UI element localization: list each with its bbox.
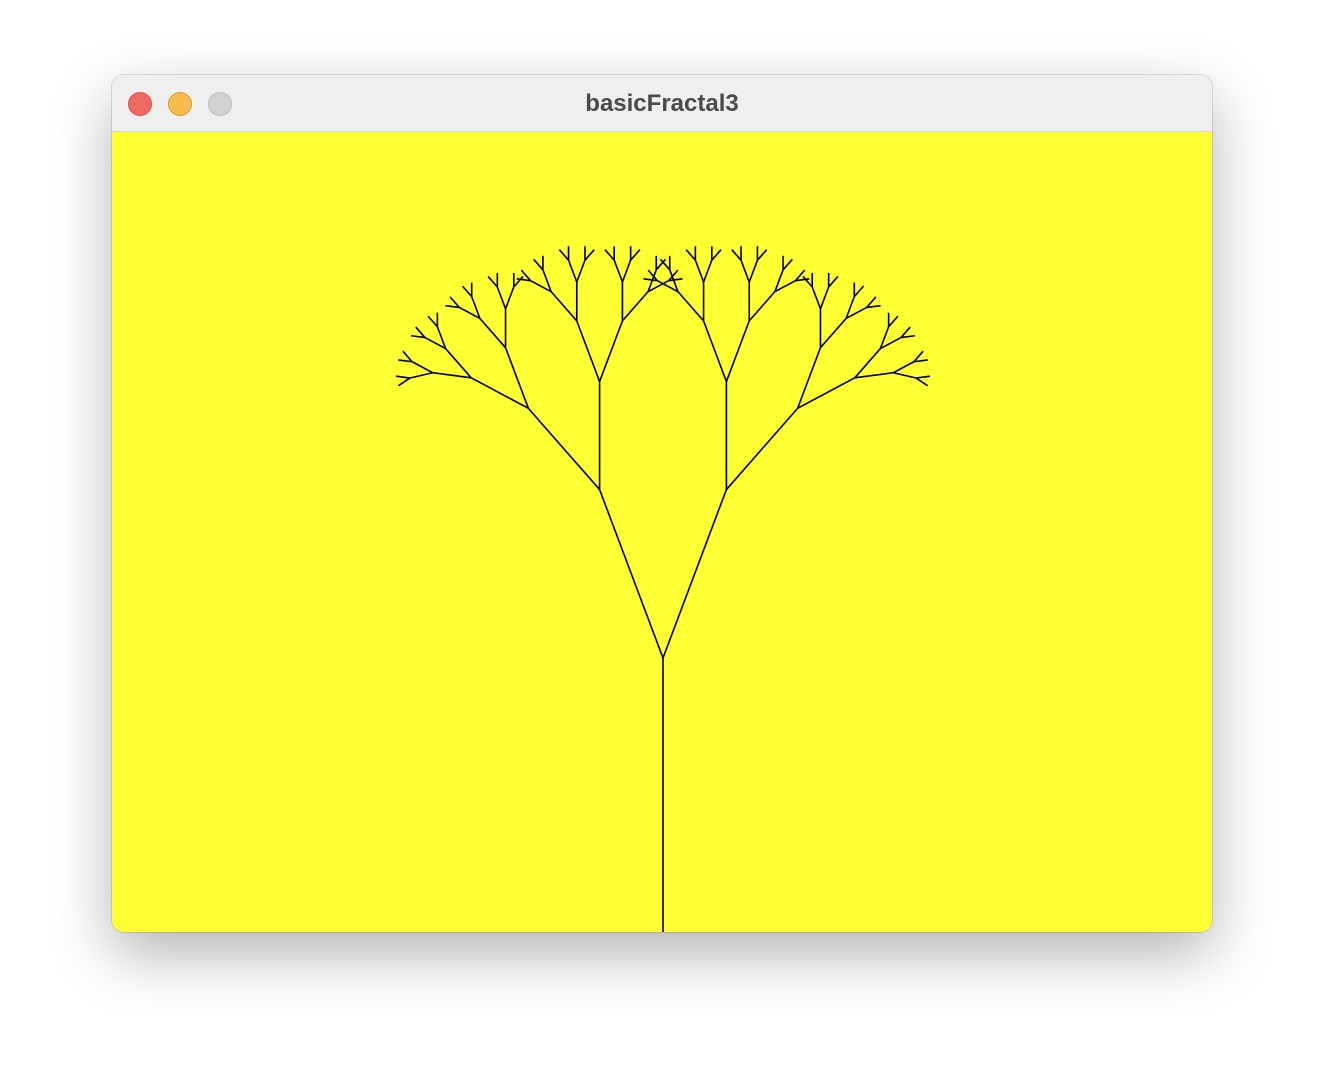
branch-segment bbox=[828, 275, 839, 288]
branch-segment bbox=[819, 317, 847, 349]
branch-segment bbox=[915, 377, 929, 387]
title-bar[interactable]: basicFractal3 bbox=[112, 75, 1212, 132]
branch-segment bbox=[427, 315, 438, 328]
branch-segment bbox=[533, 258, 544, 271]
branch-segment bbox=[558, 249, 570, 261]
branch-segment bbox=[685, 249, 696, 261]
branch-segment bbox=[630, 249, 641, 261]
branch-segment bbox=[748, 259, 759, 283]
branch-segment bbox=[613, 259, 624, 283]
branch-segment bbox=[621, 259, 632, 283]
branch-segment bbox=[892, 361, 915, 374]
app-window: basicFractal3 bbox=[112, 75, 1212, 932]
branch-segment bbox=[740, 259, 750, 283]
fractal-canvas bbox=[112, 132, 1212, 932]
window-title: basicFractal3 bbox=[585, 90, 739, 117]
branch-segment bbox=[893, 371, 917, 379]
branch-segment bbox=[496, 286, 507, 310]
branch-segment bbox=[853, 285, 865, 298]
branch-segment bbox=[504, 347, 530, 409]
branch-segment bbox=[444, 348, 472, 379]
branch-segment bbox=[461, 285, 473, 298]
branch-segment bbox=[567, 259, 578, 283]
branch-segment bbox=[915, 375, 931, 379]
fractal-tree-drawing bbox=[395, 246, 931, 932]
branch-segment bbox=[702, 259, 713, 283]
branch-segment bbox=[819, 286, 830, 310]
branch-segment bbox=[470, 377, 529, 410]
branch-segment bbox=[621, 291, 649, 322]
branch-segment bbox=[711, 249, 722, 261]
branch-segment bbox=[725, 320, 750, 382]
branch-segment bbox=[797, 377, 856, 410]
branch-segment bbox=[748, 291, 776, 322]
branch-segment bbox=[409, 371, 433, 379]
branch-segment bbox=[513, 275, 524, 288]
branch-segment bbox=[432, 371, 472, 379]
branch-segment bbox=[782, 258, 793, 271]
branch-segment bbox=[504, 286, 515, 310]
branch-segment bbox=[576, 320, 601, 382]
branch-segment bbox=[550, 291, 578, 322]
branch-segment bbox=[479, 317, 507, 349]
branch-segment bbox=[604, 249, 615, 261]
branch-segment bbox=[584, 249, 595, 261]
branch-segment bbox=[725, 407, 799, 491]
branch-segment bbox=[397, 377, 411, 387]
branch-segment bbox=[395, 375, 411, 379]
branch-segment bbox=[694, 259, 705, 283]
branch-segment bbox=[598, 320, 624, 382]
branch-segment bbox=[662, 489, 728, 659]
branch-segment bbox=[487, 275, 498, 288]
branch-segment bbox=[598, 489, 664, 659]
branch-segment bbox=[802, 275, 813, 288]
branch-segment bbox=[731, 249, 742, 261]
branch-segment bbox=[854, 348, 882, 379]
branch-segment bbox=[411, 361, 434, 374]
branch-segment bbox=[702, 320, 728, 382]
branch-segment bbox=[811, 286, 822, 310]
branch-segment bbox=[527, 407, 601, 491]
branch-segment bbox=[677, 291, 705, 322]
branch-segment bbox=[888, 315, 899, 328]
branch-segment bbox=[796, 347, 822, 409]
branch-segment bbox=[576, 259, 586, 283]
branch-segment bbox=[756, 249, 768, 261]
branch-segment bbox=[854, 371, 894, 379]
